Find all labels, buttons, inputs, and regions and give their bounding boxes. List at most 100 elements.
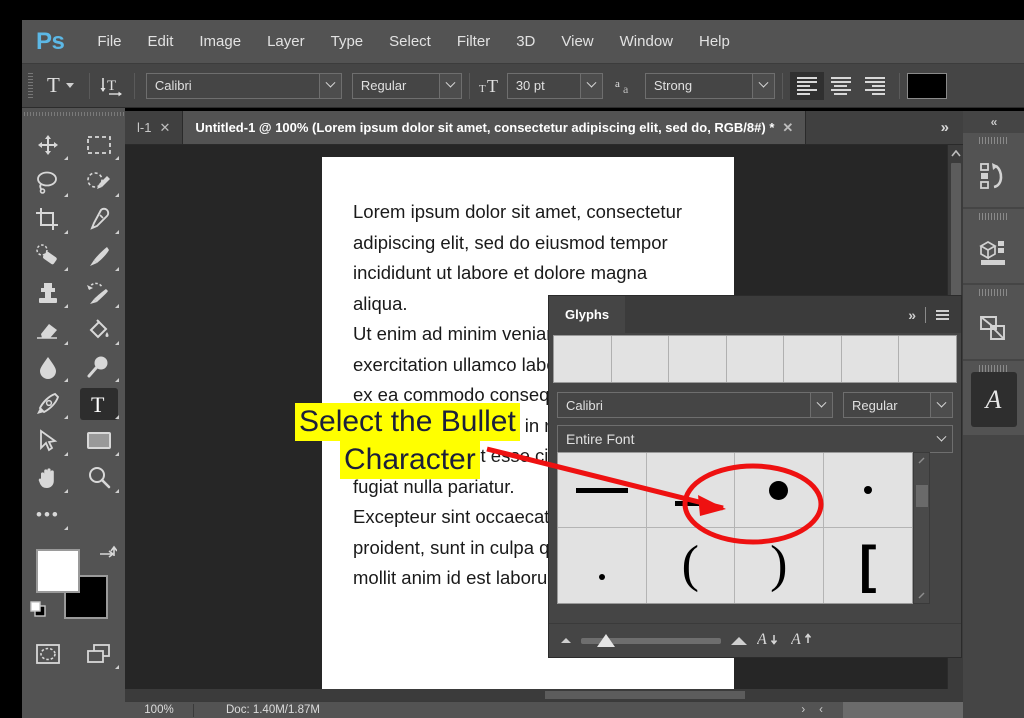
align-left-button[interactable]: [789, 71, 824, 100]
recent-glyph-cell[interactable]: [784, 336, 842, 382]
panel-grip[interactable]: [978, 213, 1009, 220]
expand-left-icon[interactable]: ‹: [819, 704, 823, 716]
path-selection-tool[interactable]: [22, 422, 73, 459]
history-brush-tool[interactable]: [73, 274, 124, 311]
glyph-em-dash[interactable]: [558, 453, 647, 528]
default-colors-icon[interactable]: [30, 601, 48, 624]
menu-view[interactable]: View: [548, 29, 606, 54]
adjustments-panel-icon-button[interactable]: [963, 285, 1024, 359]
slider-knob[interactable]: [597, 633, 615, 647]
options-bar-grip[interactable]: [28, 72, 33, 99]
panel-grip[interactable]: [978, 289, 1009, 296]
decrease-glyph-size-button[interactable]: A: [756, 628, 781, 653]
libraries-panel-icon-button[interactable]: [963, 209, 1024, 283]
font-size-dropdown-button[interactable]: [579, 73, 602, 98]
text-color-swatch[interactable]: [906, 72, 947, 99]
eraser-tool[interactable]: [22, 311, 73, 348]
glyphs-font-style-dropdown-button[interactable]: [930, 393, 952, 417]
clone-stamp-tool[interactable]: [22, 274, 73, 311]
recently-used-glyphs-row[interactable]: [553, 335, 957, 383]
blur-tool[interactable]: [22, 348, 73, 385]
quick-selection-tool[interactable]: [73, 163, 124, 200]
spot-healing-brush-tool[interactable]: [22, 237, 73, 274]
tab-overflow-button[interactable]: »: [927, 111, 963, 144]
history-panel-icon-button[interactable]: [963, 133, 1024, 207]
glyphs-font-family-dropdown-button[interactable]: [810, 393, 832, 417]
menu-edit[interactable]: Edit: [135, 29, 187, 54]
glyphs-font-family-field[interactable]: Calibri: [557, 392, 833, 418]
align-center-button[interactable]: [823, 71, 858, 100]
edit-toolbar-ellipsis[interactable]: •••: [22, 496, 124, 533]
scroll-up-icon[interactable]: [917, 456, 926, 465]
document-tab-untitled-1[interactable]: Untitled-1 @ 100% (Lorem ipsum dolor sit…: [183, 111, 807, 144]
panel-grip[interactable]: [978, 137, 1009, 144]
quick-mask-mode-button[interactable]: [22, 635, 73, 672]
glyph-left-bracket[interactable]: [: [824, 528, 913, 603]
menu-layer[interactable]: Layer: [254, 29, 318, 54]
menu-file[interactable]: File: [84, 29, 134, 54]
panel-grip[interactable]: [978, 365, 1009, 372]
eyedropper-tool[interactable]: [73, 200, 124, 237]
document-size-info[interactable]: Doc: 1.40M/1.87M: [194, 704, 320, 716]
pen-tool[interactable]: [22, 385, 73, 422]
menu-image[interactable]: Image: [186, 29, 254, 54]
rectangular-marquee-tool[interactable]: [73, 126, 124, 163]
font-family-dropdown-button[interactable]: [318, 73, 341, 98]
tool-preset-picker[interactable]: T: [39, 71, 82, 100]
glyph-right-paren[interactable]: ): [735, 528, 824, 603]
scroll-up-icon[interactable]: [948, 145, 963, 161]
foreground-color-swatch[interactable]: [36, 549, 80, 593]
lasso-tool[interactable]: [22, 163, 73, 200]
recent-glyph-cell[interactable]: [726, 336, 785, 382]
expand-panels-button[interactable]: «: [963, 111, 1024, 133]
menu-3d[interactable]: 3D: [503, 29, 548, 54]
scrollbar-thumb[interactable]: [916, 485, 928, 507]
glyph-small-bullet[interactable]: [823, 453, 912, 528]
glyphs-font-style-field[interactable]: Regular: [843, 392, 953, 418]
close-icon[interactable]: ✕: [159, 120, 170, 136]
small-mountain-icon[interactable]: [561, 638, 571, 643]
collapse-panel-icon[interactable]: »: [908, 307, 916, 323]
recent-glyph-cell[interactable]: [841, 336, 900, 382]
recent-glyph-cell[interactable]: [669, 336, 727, 382]
dodge-tool[interactable]: [73, 348, 124, 385]
glyphs-panel-icon-button[interactable]: A: [963, 361, 1024, 435]
status-scrollbar-thumb[interactable]: [843, 702, 963, 718]
recent-glyph-cell[interactable]: [899, 336, 957, 382]
panel-menu-icon[interactable]: [936, 309, 949, 320]
anti-aliasing-dropdown-button[interactable]: [751, 73, 774, 98]
anti-aliasing-field[interactable]: Strong: [644, 72, 775, 99]
screen-mode-button[interactable]: [73, 635, 124, 672]
glyph-size-slider[interactable]: [581, 633, 721, 647]
glyphs-subset-field[interactable]: Entire Font: [557, 425, 953, 453]
glyphs-subset-dropdown-button[interactable]: [930, 426, 952, 452]
hand-tool[interactable]: [22, 459, 73, 496]
scroll-down-icon[interactable]: [917, 591, 926, 600]
crop-tool[interactable]: [22, 200, 73, 237]
glyph-left-paren[interactable]: (: [647, 528, 735, 603]
font-style-dropdown-button[interactable]: [438, 73, 461, 98]
glyphs-grid-scrollbar[interactable]: [913, 452, 930, 604]
document-tab-partial[interactable]: l-1 ✕: [125, 111, 184, 144]
align-right-button[interactable]: [857, 71, 892, 100]
canvas-horizontal-scrollbar[interactable]: [125, 689, 963, 701]
menu-window[interactable]: Window: [607, 29, 686, 54]
menu-type[interactable]: Type: [318, 29, 377, 54]
font-size-field[interactable]: 30 pt: [506, 72, 603, 99]
glyphs-grid[interactable]: ( ) [: [557, 452, 913, 604]
rectangle-tool[interactable]: [73, 422, 124, 459]
zoom-tool[interactable]: [73, 459, 124, 496]
toggle-text-orientation-icon[interactable]: T: [97, 72, 127, 100]
menu-select[interactable]: Select: [376, 29, 444, 54]
menu-help[interactable]: Help: [686, 29, 743, 54]
recent-glyph-cell[interactable]: [554, 336, 612, 382]
brush-tool[interactable]: [73, 237, 124, 274]
font-style-field[interactable]: Regular: [351, 72, 462, 99]
font-family-field[interactable]: Calibri: [145, 72, 342, 99]
horizontal-type-tool[interactable]: T: [73, 385, 124, 422]
scrollbar-thumb[interactable]: [545, 691, 745, 699]
zoom-level[interactable]: 100%: [125, 704, 193, 716]
increase-glyph-size-button[interactable]: A: [790, 628, 815, 653]
glyph-period-dot[interactable]: [558, 528, 647, 603]
move-tool[interactable]: [22, 126, 73, 163]
